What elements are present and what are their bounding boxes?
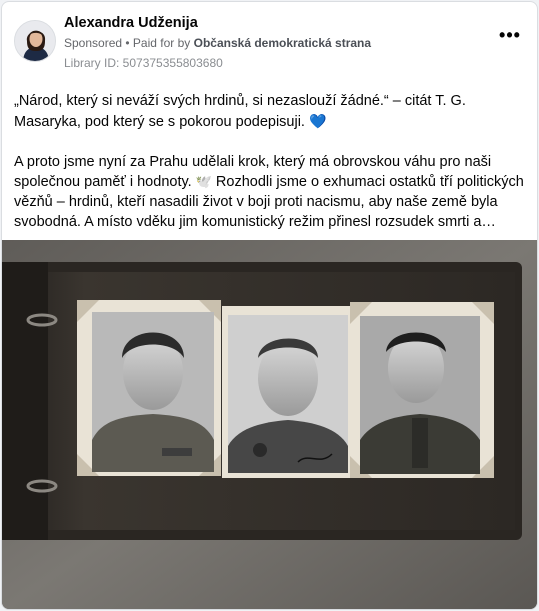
- dove-icon: 🕊️: [195, 174, 212, 189]
- quote-text: „Národ, který si neváží svých hrdinů, si…: [14, 93, 466, 130]
- sponsored-label: Sponsored: [64, 36, 123, 50]
- sponsored-post-card: Alexandra Udženija Sponsored • Paid for …: [1, 1, 538, 610]
- post-image[interactable]: [2, 240, 537, 609]
- library-id: Library ID: 507375355803680: [64, 56, 223, 70]
- blue-heart-icon: 💙: [308, 113, 327, 129]
- portrait-photo-1: [92, 312, 214, 472]
- portrait-photo-3: [360, 316, 480, 474]
- sponsor-line: Sponsored • Paid for by Občanská demokra…: [64, 36, 371, 50]
- post-paragraph-1: „Národ, který si neváží svých hrdinů, si…: [14, 91, 529, 132]
- more-options-icon[interactable]: •••: [495, 26, 525, 50]
- author-avatar[interactable]: [14, 20, 56, 62]
- paid-for-prefix: • Paid for by: [125, 36, 194, 50]
- post-text: „Národ, který si neváží svých hrdinů, si…: [14, 91, 529, 252]
- payer-name[interactable]: Občanská demokratická strana: [194, 36, 371, 50]
- photo-album-image: [2, 240, 537, 609]
- author-name[interactable]: Alexandra Udženija: [64, 15, 198, 31]
- portrait-photo-2: [228, 315, 348, 473]
- post-header: Alexandra Udženija Sponsored • Paid for …: [14, 14, 525, 74]
- post-paragraph-2: A proto jsme nyní za Prahu udělali krok,…: [14, 152, 529, 232]
